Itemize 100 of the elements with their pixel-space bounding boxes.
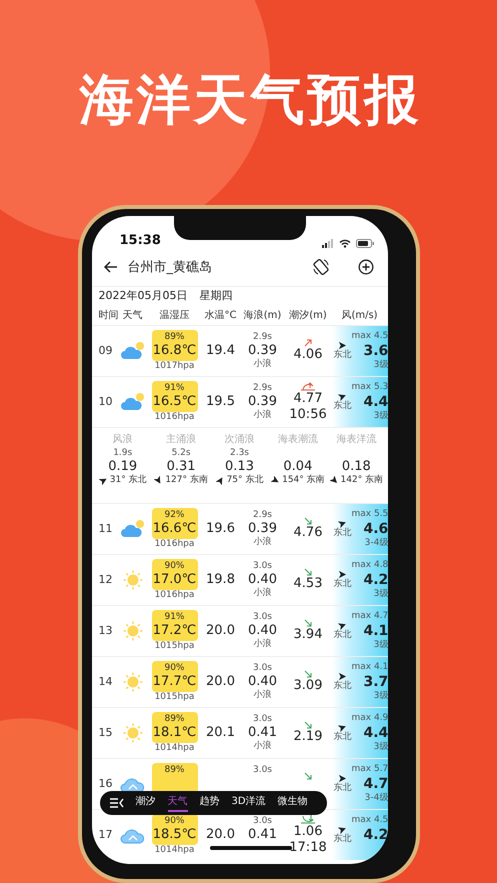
direction-arrow-icon [154, 476, 164, 485]
water-temp-text: 19.6 [206, 520, 235, 537]
wind-max-text: max 5.5 [352, 508, 388, 520]
direction-arrow-icon [330, 476, 339, 485]
pressure-text: 1015hpa [154, 692, 194, 703]
wind-direction-text: 东北 [334, 732, 352, 743]
marine-direction-text: 75° 东北 [226, 474, 264, 486]
cloud-sun-icon [120, 340, 146, 361]
wind-speed-text: 4.7 [363, 774, 388, 792]
down-arrow-icon [304, 568, 312, 576]
wind-speed-text: 4.2 [363, 570, 388, 588]
wave-period-text: 3.0s [252, 612, 272, 623]
temperature-badge: 89% 16.8℃ [152, 330, 198, 361]
temperature-badge: 91% 16.5℃ [152, 380, 198, 412]
pressure-text: 1016hpa [154, 538, 194, 550]
marine-value-text: 0.19 [108, 458, 138, 474]
wave-level-text: 小浪 [254, 690, 272, 701]
menu-icon [110, 798, 124, 808]
marine-label: 主涌浪 [166, 432, 196, 447]
wave-height-text: 0.39 [248, 520, 277, 536]
temperature-badge: 91% 17.2℃ [152, 610, 198, 641]
sun-icon [122, 722, 144, 744]
nav-tab[interactable]: 微生物 [278, 794, 308, 812]
wave-period-text: 2.9s [252, 382, 272, 394]
tide-height-text: 1.06 [294, 824, 322, 840]
hour-label: 09 [98, 344, 114, 358]
rotate-phone-icon [312, 258, 330, 276]
wind-direction-text: 东北 [334, 782, 352, 794]
hour-label: 10 [98, 395, 114, 408]
direction-arrow-icon [338, 518, 347, 528]
tide-height-text: 4.76 [294, 524, 322, 541]
direction-arrow-icon [271, 476, 280, 485]
tide-height-text: 4.77 [294, 390, 322, 407]
marine-direction-text: 127° 东南 [165, 474, 208, 486]
nav-tab[interactable]: 3D洋流 [232, 794, 266, 812]
wave-height-text: 0.39 [248, 342, 277, 358]
wind-speed-text: 4.1 [363, 622, 388, 640]
wave-level-text: 小浪 [254, 638, 272, 650]
wifi-icon [338, 238, 350, 248]
wind-max-text: max 4.9 [352, 712, 388, 724]
column-header: 时间 [98, 308, 116, 322]
marine-value-text: 0.13 [225, 458, 254, 474]
nav-tab[interactable]: 趋势 [200, 794, 220, 812]
temperature-badge: 89% [152, 762, 198, 794]
wave-period-text: 3.0s [252, 816, 272, 827]
hour-label: 12 [98, 573, 114, 586]
high-tide-icon [300, 380, 316, 391]
wave-period-text: 2.9s [252, 510, 272, 521]
date-text: 2022年05月05日 [98, 288, 188, 304]
wind-direction-text: 东北 [334, 528, 352, 539]
wind-speed-text: 3.6 [363, 342, 388, 360]
marine-period-text: 2.3s [230, 448, 249, 459]
hour-label: 11 [98, 522, 114, 536]
cloud-sun-icon [120, 518, 146, 539]
wind-max-text: max 5.3 [352, 382, 388, 393]
headline: 海洋天气预报 [80, 68, 422, 133]
wave-height-text: 0.39 [248, 394, 277, 410]
wind-direction-text: 东北 [334, 400, 352, 412]
low-tide-icon [300, 814, 316, 824]
tide-height-text: 3.09 [294, 678, 322, 694]
wave-height-text: 0.41 [248, 724, 277, 740]
wind-speed-text: 4.4 [363, 392, 388, 410]
temperature-badge: 92% 16.6℃ [152, 508, 198, 539]
water-temp-text: 20.0 [206, 826, 235, 843]
down-arrow-icon [304, 618, 312, 627]
nav-tab[interactable]: 天气 [168, 794, 188, 812]
down-arrow-icon [304, 670, 312, 678]
column-header: 潮汐(m) [288, 308, 328, 322]
sun-icon [122, 620, 144, 642]
tide-time-text: 17:18 [289, 840, 327, 856]
water-temp-text: 20.1 [206, 724, 235, 741]
hour-label: 14 [98, 675, 114, 688]
direction-arrow-icon [338, 570, 347, 579]
direction-arrow-icon [216, 476, 225, 485]
temperature-badge: 90% 18.5℃ [152, 814, 198, 845]
weekday-text: 星期四 [200, 288, 232, 304]
column-header: 海浪(m) [242, 308, 282, 322]
water-temp-text: 19.8 [206, 572, 235, 588]
column-header: 温湿压 [158, 308, 190, 322]
tide-height-text: 2.19 [294, 728, 322, 745]
marine-direction-text: 142° 东南 [340, 474, 384, 486]
up-arrow-icon [304, 338, 312, 347]
signal-icon [322, 238, 334, 248]
pressure-text: 1015hpa [154, 640, 194, 652]
wave-height-text: 0.41 [248, 826, 277, 843]
pressure-text: 1014hpa [154, 742, 194, 754]
wind-speed-text: 4.6 [363, 520, 388, 538]
wind-max-text: max 4.1 [352, 662, 388, 673]
add-circle-icon [358, 258, 374, 275]
wind-direction-text: 东北 [334, 578, 352, 590]
nav-tab[interactable]: 潮汐 [136, 794, 156, 812]
wind-max-text: max 5.7 [352, 764, 388, 775]
sun-icon [122, 568, 144, 591]
wind-direction-text: 东北 [334, 834, 352, 845]
water-temp-text: 19.4 [206, 342, 235, 359]
marine-direction-text: 154° 东南 [282, 474, 325, 486]
wave-period-text: 3.0s [252, 714, 272, 725]
down-arrow-icon [304, 720, 312, 729]
direction-arrow-icon [338, 672, 347, 681]
pressure-text: 1016hpa [154, 412, 194, 423]
